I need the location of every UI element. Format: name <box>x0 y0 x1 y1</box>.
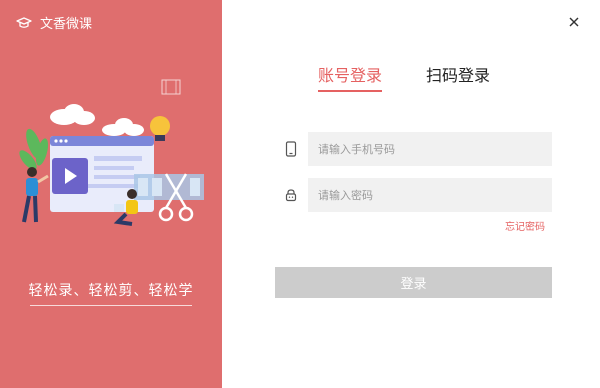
login-tabs: 账号登录 扫码登录 <box>318 62 490 92</box>
play-icon <box>52 158 88 194</box>
graduation-cap-icon <box>16 15 32 31</box>
password-field <box>274 178 552 212</box>
cloud-icon <box>102 118 144 136</box>
phone-input[interactable] <box>308 132 552 166</box>
close-icon <box>569 17 579 27</box>
plant-icon <box>19 128 49 170</box>
person-standing-icon <box>22 167 49 223</box>
phone-icon <box>274 132 308 166</box>
left-panel: 文香微课 轻松录、轻松剪、轻松学 <box>0 0 222 388</box>
phone-field <box>274 132 552 166</box>
forgot-password-link[interactable]: 忘记密码 <box>505 218 545 233</box>
brand-name: 文香微课 <box>40 17 93 32</box>
cloud-icon <box>50 104 95 125</box>
tab-qrcode-login[interactable]: 扫码登录 <box>426 62 490 92</box>
brand: 文香微课 <box>16 13 92 32</box>
close-button[interactable] <box>564 12 584 32</box>
login-button[interactable]: 登录 <box>275 267 552 298</box>
lock-icon <box>274 178 308 212</box>
film-frame-icon <box>161 79 181 95</box>
slogan-divider <box>30 305 192 306</box>
hero-illustration <box>19 79 204 226</box>
tab-account-login[interactable]: 账号登录 <box>318 62 383 92</box>
slogan: 轻松录、轻松剪、轻松学 <box>28 283 194 299</box>
password-input[interactable] <box>308 178 552 212</box>
